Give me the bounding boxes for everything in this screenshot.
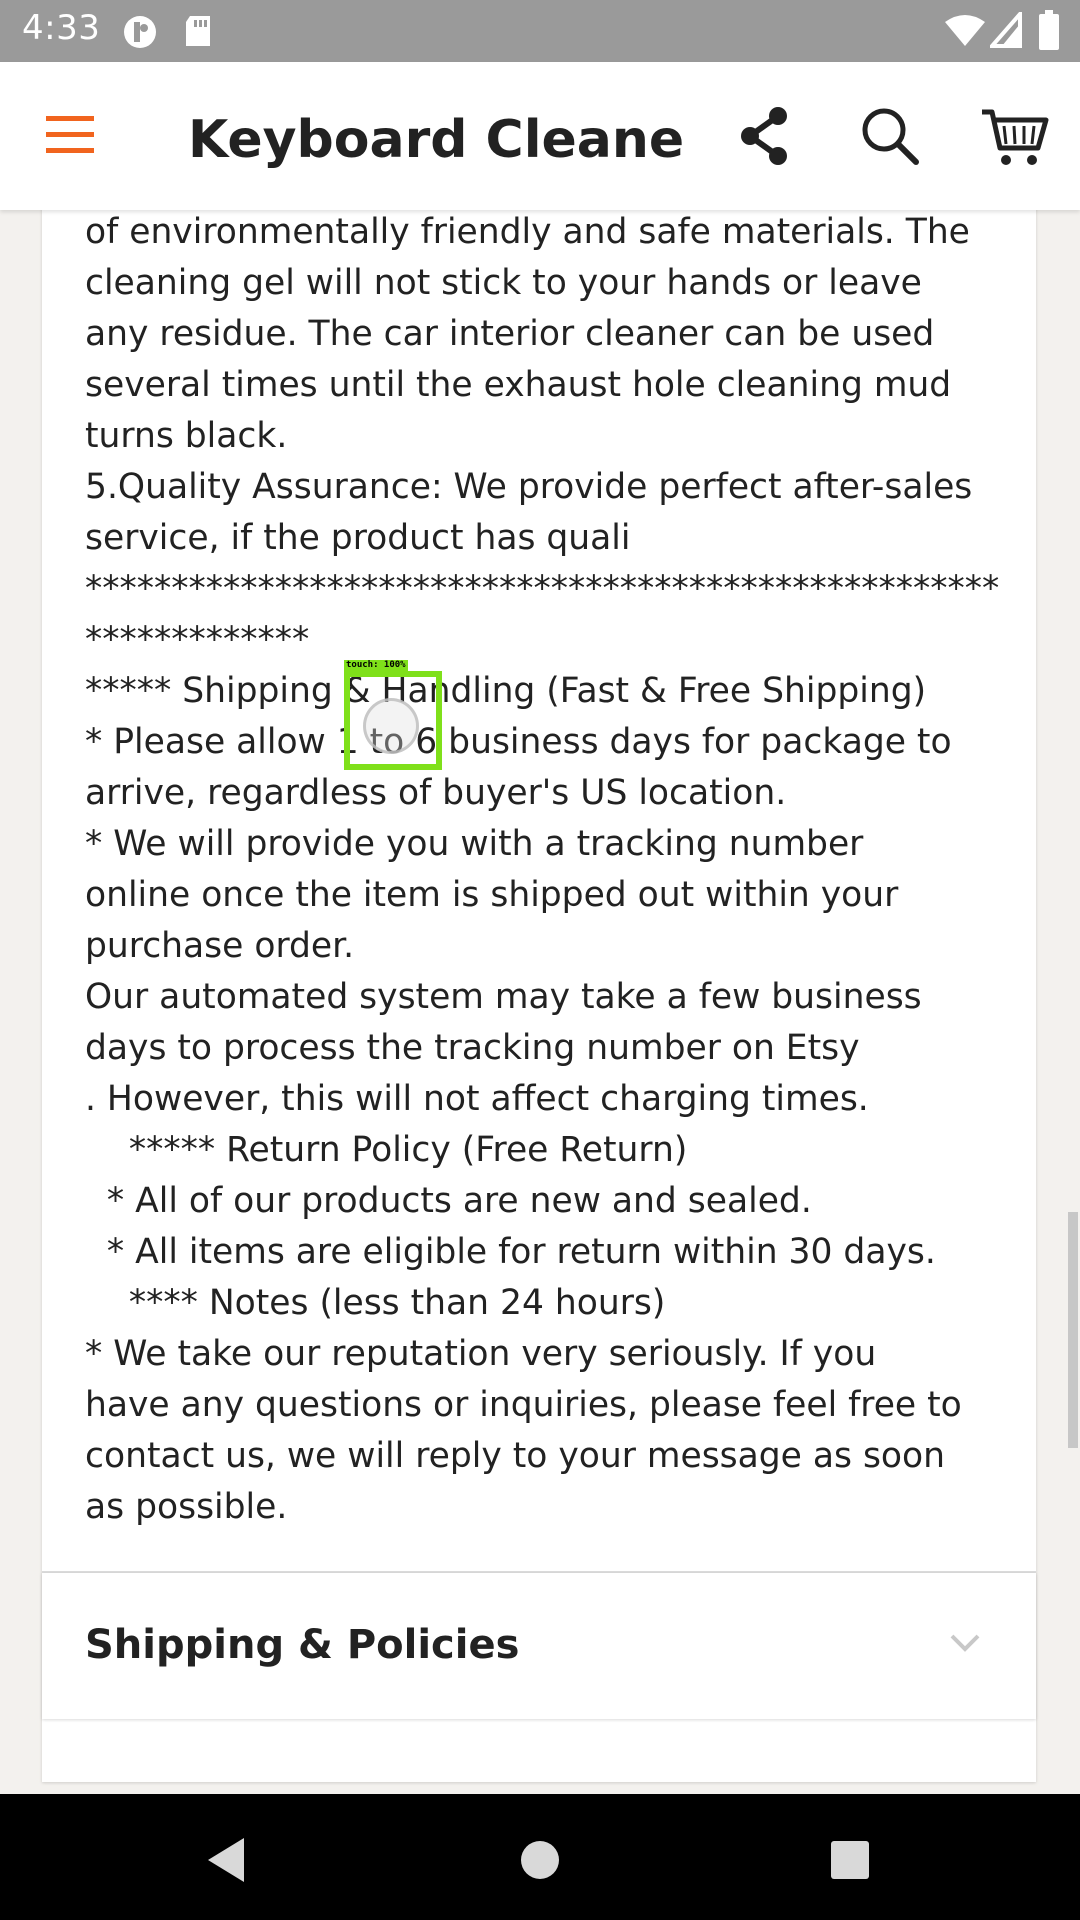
description-line: service, if the product has quali xyxy=(85,518,631,558)
shipping-policies-accordion[interactable]: Shipping & Policies xyxy=(42,1573,1036,1719)
sd-card-icon xyxy=(186,16,210,46)
app-toolbar: Keyboard Cleane... xyxy=(0,62,1080,210)
description-line: cleaning gel will not stick to your hand… xyxy=(85,263,922,303)
touch-indicator-box xyxy=(344,671,442,770)
description-line: ***** Shipping & Handling (Fast & Free S… xyxy=(85,671,927,711)
home-icon[interactable] xyxy=(512,1832,568,1888)
wifi-icon xyxy=(945,15,985,46)
signal-icon xyxy=(990,12,1022,48)
description-line: * We will provide you with a tracking nu… xyxy=(85,824,864,864)
description-line: ****************************************… xyxy=(85,569,1000,609)
description-line: purchase order. xyxy=(85,926,355,966)
status-time: 4:33 xyxy=(22,8,101,48)
scrollbar[interactable] xyxy=(1068,1212,1078,1448)
description-line: days to process the tracking number on E… xyxy=(85,1028,860,1068)
description-line: of environmentally friendly and safe mat… xyxy=(85,212,970,252)
listing-content[interactable]: of environmentally friendly and safe mat… xyxy=(0,210,1080,1794)
description-line: ************* xyxy=(85,620,310,660)
status-bar: 4:33 xyxy=(0,0,1080,62)
description-line: **** Notes (less than 24 hours) xyxy=(85,1283,666,1323)
description-line: ***** Return Policy (Free Return) xyxy=(85,1130,688,1170)
chevron-down-icon xyxy=(950,1634,980,1652)
description-line: . However, this will not affect charging… xyxy=(85,1079,869,1119)
description-line: several times until the exhaust hole cle… xyxy=(85,365,952,405)
description-line: * All of our products are new and sealed… xyxy=(85,1181,812,1221)
cart-icon[interactable] xyxy=(980,104,1050,168)
search-icon[interactable] xyxy=(858,104,922,168)
back-icon[interactable] xyxy=(200,1832,256,1888)
share-icon[interactable] xyxy=(732,104,796,168)
battery-icon xyxy=(1039,10,1059,50)
description-line: contact us, we will reply to your messag… xyxy=(85,1436,946,1476)
description-line: * Please allow 1 to 6 business days for … xyxy=(85,722,952,762)
system-nav-bar xyxy=(0,1794,1080,1920)
description-line: * We take our reputation very seriously.… xyxy=(85,1334,877,1374)
shipping-policies-label: Shipping & Policies xyxy=(85,1622,520,1668)
page-title: Keyboard Cleane... xyxy=(188,110,688,170)
description-line: as possible. xyxy=(85,1487,288,1527)
description-line: online once the item is shipped out with… xyxy=(85,875,899,915)
description-line: turns black. xyxy=(85,416,288,456)
description-line: have any questions or inquiries, please … xyxy=(85,1385,962,1425)
menu-icon[interactable] xyxy=(44,112,100,158)
touch-indicator-label: touch: 100% xyxy=(344,660,408,671)
description-line: 5.Quality Assurance: We provide perfect … xyxy=(85,467,973,507)
description-line: * All items are eligible for return with… xyxy=(85,1232,936,1272)
notification-circle-icon xyxy=(124,16,156,48)
description-line: Our automated system may take a few busi… xyxy=(85,977,922,1017)
description-line: any residue. The car interior cleaner ca… xyxy=(85,314,935,354)
description-line: arrive, regardless of buyer's US locatio… xyxy=(85,773,787,813)
recents-icon[interactable] xyxy=(822,1832,878,1888)
